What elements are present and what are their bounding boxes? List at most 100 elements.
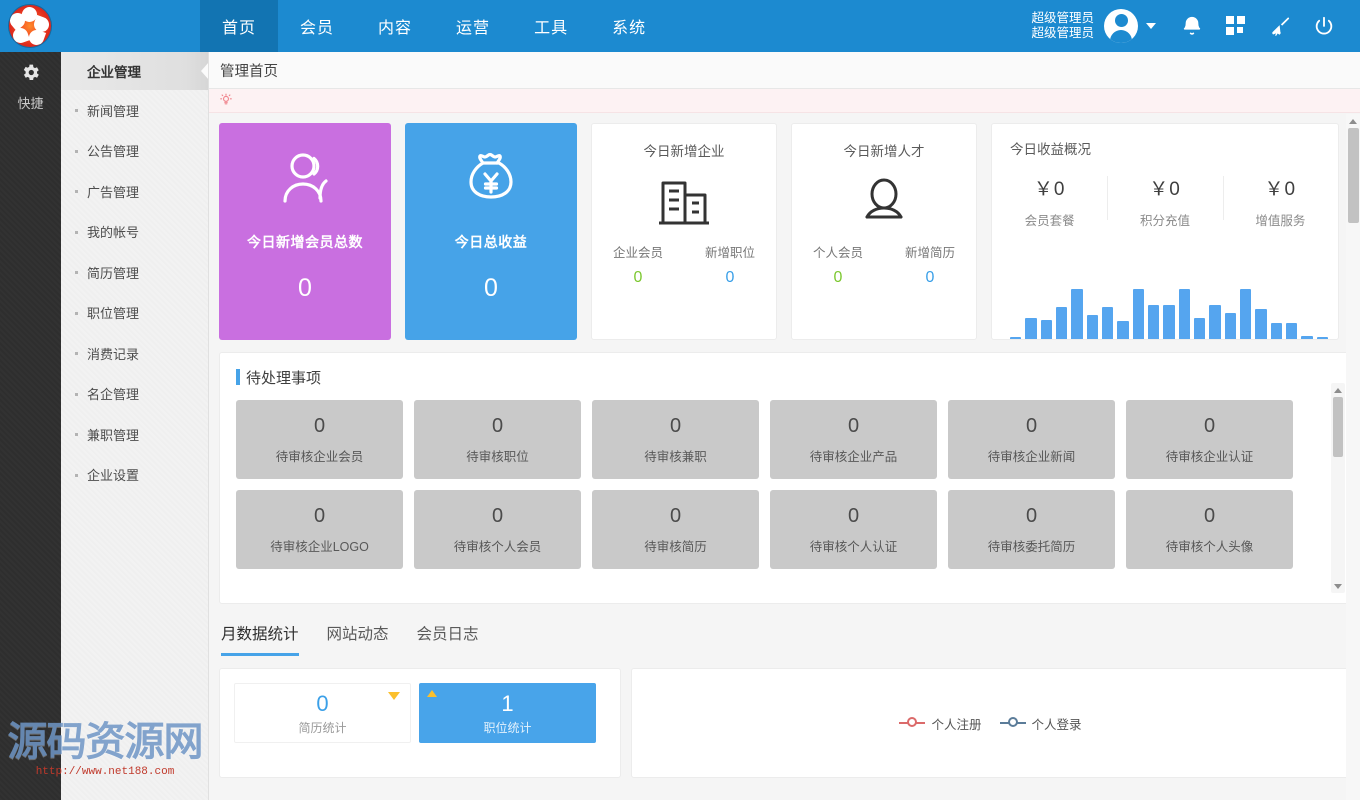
nav-label: 会员 xyxy=(300,14,334,38)
pending-task-value: 0 xyxy=(1026,415,1037,438)
sidebar-item-resume[interactable]: 简历管理 xyxy=(61,252,208,293)
pending-task-item[interactable]: 0待审核职位 xyxy=(414,400,581,479)
pending-task-value: 0 xyxy=(492,505,503,528)
sparkline-bar xyxy=(1179,289,1190,339)
sidebar-item-news[interactable]: 新闻管理 xyxy=(61,90,208,131)
revenue-sparkline-chart xyxy=(1010,287,1328,339)
apps-grid-icon[interactable] xyxy=(1214,0,1258,52)
sub-stat: 个人会员 0 xyxy=(792,242,884,287)
pending-task-item[interactable]: 0待审核个人头像 xyxy=(1126,490,1293,569)
nav-item-system[interactable]: 系统 xyxy=(590,0,668,52)
sparkline-bar xyxy=(1071,289,1082,339)
nav-item-operations[interactable]: 运营 xyxy=(434,0,512,52)
sidebar-item-consumption[interactable]: 消费记录 xyxy=(61,333,208,374)
header-spacer xyxy=(60,0,200,52)
pending-task-label: 待审核委托简历 xyxy=(988,536,1076,555)
mini-stat-value: 1 xyxy=(501,691,513,717)
sub-stat-label: 企业会员 xyxy=(592,242,684,261)
pending-task-value: 0 xyxy=(1026,505,1037,528)
card-title: 今日收益概况 xyxy=(992,138,1338,158)
pending-task-item[interactable]: 0待审核个人会员 xyxy=(414,490,581,569)
main-scroll-thumb[interactable] xyxy=(1348,128,1359,223)
nav-item-tools[interactable]: 工具 xyxy=(512,0,590,52)
nav-item-home[interactable]: 首页 xyxy=(200,0,278,52)
people-icon xyxy=(273,149,337,214)
card-new-companies: 今日新增企业 企业会员 0 新增职位 xyxy=(591,123,777,340)
pending-task-item[interactable]: 0待审核企业会员 xyxy=(236,400,403,479)
nav-item-members[interactable]: 会员 xyxy=(278,0,356,52)
gear-icon[interactable] xyxy=(0,62,61,91)
main-nav: 首页 会员 内容 运营 工具 系统 xyxy=(200,0,668,52)
sidebar-item-label: 企业设置 xyxy=(87,465,139,484)
sparkline-bar xyxy=(1025,318,1036,339)
mini-stat-resume[interactable]: 0 简历统计 xyxy=(234,683,411,743)
scroll-content: 今日新增会员总数 0 今日总收益 0 今日新增企业 xyxy=(209,113,1360,800)
mini-stat-label: 职位统计 xyxy=(483,719,531,736)
legend-item-personal-login[interactable]: 个人登录 xyxy=(1000,714,1082,733)
sidebar-item-label: 职位管理 xyxy=(87,303,139,322)
revenue-label: 会员套餐 xyxy=(992,210,1107,229)
sidebar-item-famous-companies[interactable]: 名企管理 xyxy=(61,374,208,415)
pending-task-item[interactable]: 0待审核个人认证 xyxy=(770,490,937,569)
sidebar-item-my-account[interactable]: 我的帐号 xyxy=(61,212,208,253)
main-scrollbar[interactable] xyxy=(1346,114,1360,800)
revenue-value: ￥0 xyxy=(1107,174,1222,201)
scroll-up-arrow-icon[interactable] xyxy=(1331,383,1345,397)
pending-task-item[interactable]: 0 待审核委托简历 xyxy=(948,490,1115,569)
sidebar-item-label: 简历管理 xyxy=(87,263,139,282)
pending-task-item[interactable]: 0待审核企业产品 xyxy=(770,400,937,479)
money-bag-icon xyxy=(462,149,520,214)
app-logo[interactable] xyxy=(0,0,60,52)
pending-task-item[interactable]: 0待审核企业新闻 xyxy=(948,400,1115,479)
pending-task-item[interactable]: 0待审核企业认证 xyxy=(1126,400,1293,479)
pending-task-item[interactable]: 0待审核兼职 xyxy=(592,400,759,479)
nav-label: 首页 xyxy=(222,14,256,38)
pending-tasks-grid: 0待审核企业会员0待审核职位0待审核兼职0待审核企业产品0待审核企业新闻0待审核… xyxy=(236,400,1320,569)
scroll-thumb[interactable] xyxy=(1333,397,1343,457)
sub-stat-label: 新增简历 xyxy=(884,242,976,261)
tile-total-income[interactable]: 今日总收益 0 xyxy=(405,123,577,340)
sidebar-item-label: 消费记录 xyxy=(87,344,139,363)
tile-new-members[interactable]: 今日新增会员总数 0 xyxy=(219,123,391,340)
pending-task-label: 待审核简历 xyxy=(644,536,707,555)
pending-task-label: 待审核兼职 xyxy=(644,446,707,465)
mini-stat-value: 0 xyxy=(316,691,328,717)
tile-value: 0 xyxy=(484,274,498,303)
swirl-logo-icon xyxy=(9,5,51,47)
broom-icon[interactable] xyxy=(1258,0,1302,52)
scroll-up-arrow-icon[interactable] xyxy=(1346,114,1360,128)
sub-stat-value: 0 xyxy=(592,269,684,287)
bottom-row: 0 简历统计 1 职位统计 个人注册 个人登录 xyxy=(219,668,1350,778)
mini-stat-jobs[interactable]: 1 职位统计 xyxy=(419,683,596,743)
legend-label: 个人注册 xyxy=(931,714,981,733)
sidebar-title[interactable]: 企业管理 xyxy=(61,52,208,90)
tab-member-logs[interactable]: 会员日志 xyxy=(417,622,479,656)
nav-item-content[interactable]: 内容 xyxy=(356,0,434,52)
pending-task-value: 0 xyxy=(848,505,859,528)
tile-label: 今日新增会员总数 xyxy=(247,232,363,252)
pending-task-item[interactable]: 0待审核简历 xyxy=(592,490,759,569)
avatar[interactable] xyxy=(1104,9,1138,43)
sidebar-item-announcement[interactable]: 公告管理 xyxy=(61,131,208,172)
sidebar-item-ads[interactable]: 广告管理 xyxy=(61,171,208,212)
page-title-text: 管理首页 xyxy=(220,60,278,81)
sidebar-item-jobs[interactable]: 职位管理 xyxy=(61,293,208,334)
tab-site-activity[interactable]: 网站动态 xyxy=(327,622,389,656)
tip-bar xyxy=(209,89,1360,113)
panel-scrollbar[interactable] xyxy=(1331,383,1345,593)
legend-marker-icon xyxy=(899,717,925,729)
legend-item-personal-register[interactable]: 个人注册 xyxy=(899,714,981,733)
user-name-line1: 超级管理员 xyxy=(1031,11,1094,26)
pending-task-item[interactable]: 0待审核企业LOGO xyxy=(236,490,403,569)
sub-stat-value: 0 xyxy=(884,269,976,287)
sidebar-item-parttime[interactable]: 兼职管理 xyxy=(61,414,208,455)
bell-icon[interactable] xyxy=(1170,0,1214,52)
chevron-down-icon[interactable] xyxy=(1146,23,1156,29)
tab-monthly-stats[interactable]: 月数据统计 xyxy=(221,622,299,656)
revenue-item: ￥0 积分充值 xyxy=(1107,174,1222,229)
scroll-down-arrow-icon[interactable] xyxy=(1331,579,1345,593)
power-icon[interactable] xyxy=(1302,0,1346,52)
user-name-block[interactable]: 超级管理员 超级管理员 xyxy=(1031,11,1094,41)
sidebar-item-company-settings[interactable]: 企业设置 xyxy=(61,455,208,496)
pending-task-value: 0 xyxy=(314,415,325,438)
